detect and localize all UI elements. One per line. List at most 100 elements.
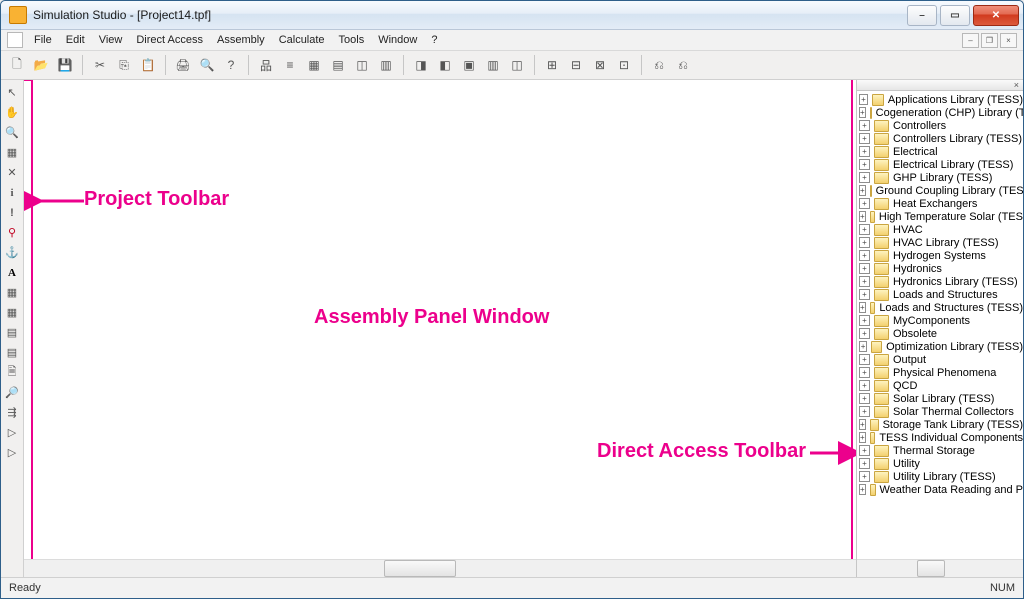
expand-icon[interactable]: + [859,367,870,378]
d4-icon[interactable]: ▤ [4,344,21,361]
tree-item[interactable]: +Applications Library (TESS) [857,93,1023,106]
expand-icon[interactable]: + [859,185,866,196]
doc-tool-icon[interactable]: 🗎 [4,364,21,381]
tree-item[interactable]: +Hydronics [857,262,1023,275]
scroll-thumb[interactable] [917,560,945,577]
expand-icon[interactable]: + [859,133,870,144]
help-icon[interactable]: ? [221,55,241,75]
tree-item[interactable]: +Storage Tank Library (TESS) [857,418,1023,431]
d3-icon[interactable]: ▤ [4,324,21,341]
tree-item[interactable]: +Utility [857,457,1023,470]
delete-icon[interactable]: ✕ [4,164,21,181]
expand-icon[interactable]: + [859,393,870,404]
expand-icon[interactable]: + [859,94,868,105]
expand-icon[interactable]: + [859,341,867,352]
expand-icon[interactable]: + [859,211,866,222]
expand-icon[interactable]: + [859,380,870,391]
expand-icon[interactable]: + [859,354,870,365]
b1-icon[interactable]: ⊞ [542,55,562,75]
expand-icon[interactable]: + [859,146,870,157]
c2-icon[interactable]: ⎌ [673,55,693,75]
expand-icon[interactable]: + [859,198,870,209]
tree-item[interactable]: +GHP Library (TESS) [857,171,1023,184]
tree-item[interactable]: +Heat Exchangers [857,197,1023,210]
tree-item[interactable]: +Hydrogen Systems [857,249,1023,262]
menu-file[interactable]: File [27,32,59,48]
tree-item[interactable]: +Controllers Library (TESS) [857,132,1023,145]
tree-item[interactable]: +Electrical Library (TESS) [857,158,1023,171]
align7-icon[interactable]: ◫ [507,55,527,75]
tree-item[interactable]: +TESS Individual Components [857,431,1023,444]
expand-icon[interactable]: + [859,445,870,456]
go-icon[interactable]: ▷ [4,424,21,441]
expand-icon[interactable]: + [859,302,866,313]
expand-icon[interactable]: + [859,159,870,170]
tree-item[interactable]: +Obsolete [857,327,1023,340]
key-icon[interactable]: ⚲ [4,224,21,241]
d1-icon[interactable]: ▦ [4,284,21,301]
tree-item[interactable]: +Controllers [857,119,1023,132]
tree-item[interactable]: +Weather Data Reading and P [857,483,1023,496]
expand-icon[interactable]: + [859,484,866,495]
anchor-icon[interactable]: ⚓ [4,244,21,261]
tree-item[interactable]: +Hydronics Library (TESS) [857,275,1023,288]
tree-item[interactable]: +High Temperature Solar (TES [857,210,1023,223]
assembly-panel[interactable]: Project Toolbar Assembly Panel Window Di… [24,80,856,577]
tree-item[interactable]: +Solar Thermal Collectors [857,405,1023,418]
copy-icon[interactable]: ⎘ [114,55,134,75]
tree-item[interactable]: +Thermal Storage [857,444,1023,457]
run-icon[interactable]: ▷ [4,444,21,461]
expand-icon[interactable]: + [859,406,870,417]
text-icon[interactable]: A [4,264,21,281]
save-icon[interactable]: 💾 [55,55,75,75]
grid-tool-icon[interactable]: ▦ [4,144,21,161]
menu-direct-access[interactable]: Direct Access [129,32,210,48]
expand-icon[interactable]: + [859,224,870,235]
expand-icon[interactable]: + [859,107,866,118]
menu-window[interactable]: Window [371,32,424,48]
tree-item[interactable]: +Optimization Library (TESS) [857,340,1023,353]
side-horizontal-scrollbar[interactable] [857,559,1023,577]
align3-icon[interactable]: ◨ [411,55,431,75]
list-icon[interactable]: ≡ [280,55,300,75]
tree-item[interactable]: +Cogeneration (CHP) Library (T [857,106,1023,119]
expand-icon[interactable]: + [859,276,870,287]
mdi-minimize[interactable]: – [962,33,979,48]
tree-icon[interactable]: 品 [256,55,276,75]
cut-icon[interactable]: ✂ [90,55,110,75]
search-tool-icon[interactable]: 🔎 [4,384,21,401]
expand-icon[interactable]: + [859,120,870,131]
horizontal-scrollbar[interactable] [24,559,856,577]
tree-item[interactable]: +Loads and Structures [857,288,1023,301]
zoom-icon[interactable]: 🔍 [4,124,21,141]
align4-icon[interactable]: ◧ [435,55,455,75]
tree-item[interactable]: +Physical Phenomena [857,366,1023,379]
expand-icon[interactable]: + [859,328,870,339]
info-icon[interactable]: i [4,184,21,201]
menu-assembly[interactable]: Assembly [210,32,272,48]
ruler-icon[interactable]: ▤ [328,55,348,75]
select-icon[interactable]: ↖ [4,84,21,101]
align1-icon[interactable]: ◫ [352,55,372,75]
align6-icon[interactable]: ▥ [483,55,503,75]
d2-icon[interactable]: ▦ [4,304,21,321]
grid-icon[interactable]: ▦ [304,55,324,75]
tree-item[interactable]: +MyComponents [857,314,1023,327]
expand-icon[interactable]: + [859,172,870,183]
expand-icon[interactable]: + [859,315,870,326]
paste-icon[interactable]: 📋 [138,55,158,75]
mdi-close[interactable]: × [1000,33,1017,48]
align5-icon[interactable]: ▣ [459,55,479,75]
b4-icon[interactable]: ⊡ [614,55,634,75]
expand-icon[interactable]: + [859,471,870,482]
close-button[interactable]: ✕ [973,5,1019,26]
expand-icon[interactable]: + [859,458,870,469]
expand-icon[interactable]: + [859,250,870,261]
tree-item[interactable]: +QCD [857,379,1023,392]
tree-item[interactable]: +HVAC [857,223,1023,236]
menu-tools[interactable]: Tools [332,32,372,48]
tree-item[interactable]: +HVAC Library (TESS) [857,236,1023,249]
new-icon[interactable]: 🗋 [7,55,27,75]
minimize-button[interactable]: – [907,5,937,26]
expand-icon[interactable]: + [859,289,870,300]
